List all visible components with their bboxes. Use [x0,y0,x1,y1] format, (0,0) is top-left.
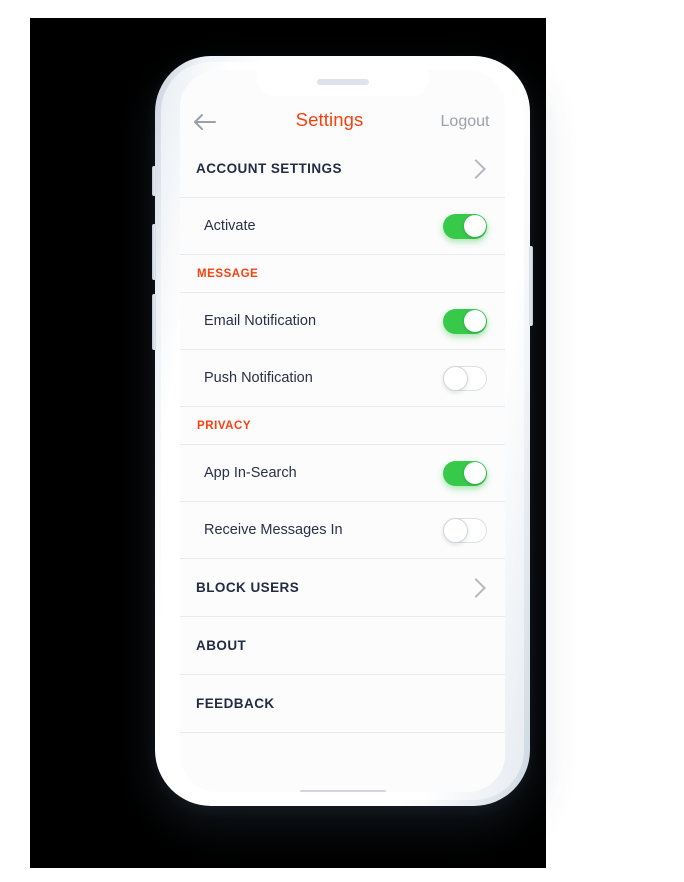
toggle-knob [463,215,486,237]
list-item-label: Activate [204,218,256,234]
toggle-email-notification[interactable] [443,308,487,334]
chevron-right-icon [466,158,486,179]
toggle-knob [443,517,468,543]
back-button[interactable] [180,113,230,131]
toggle-knob [443,365,468,391]
list-tail-spacer [180,733,505,792]
chevron-right-icon [466,577,486,598]
list-item-app-in-search: App In-Search [180,445,505,502]
list-item-label: FEEDBACK [196,696,275,711]
settings-list: ACCOUNT SETTINGS Activate MESSAGE Email Not… [180,140,505,792]
phone-device: Settings Logout ACCOUNT SETTINGS Activate… [152,56,533,806]
section-header-message: MESSAGE [180,255,505,293]
toggle-receive-messages-in[interactable] [443,517,487,543]
toggle-activate[interactable] [443,213,487,239]
section-header-privacy: PRIVACY [180,407,505,445]
list-item-label: Push Notification [204,370,313,386]
silent-switch[interactable] [152,166,156,196]
list-item-label: Receive Messages In [204,522,343,538]
toggle-app-in-search[interactable] [443,460,487,486]
list-item-label: Email Notification [204,313,317,329]
list-item-receive-messages-in: Receive Messages In [180,502,505,559]
list-item-feedback[interactable]: FEEDBACK [180,675,505,733]
phone-screen: Settings Logout ACCOUNT SETTINGS Activate… [180,70,505,792]
list-item-account-settings[interactable]: ACCOUNT SETTINGS [180,140,505,198]
list-item-label: ACCOUNT SETTINGS [196,161,342,176]
list-item-label: ABOUT [196,638,247,653]
list-item-block-users[interactable]: BLOCK USERS [180,559,505,617]
list-item-activate: Activate [180,198,505,255]
phone-notch [256,70,429,96]
list-item-label: BLOCK USERS [196,580,300,595]
volume-up-button[interactable] [152,224,156,280]
list-item-push-notification: Push Notification [180,350,505,407]
list-item-label: App In-Search [204,465,297,481]
logout-button[interactable]: Logout [429,113,505,131]
earpiece-speaker-icon [316,79,369,85]
list-item-email-notification: Email Notification [180,293,505,350]
toggle-knob [463,310,486,332]
power-button[interactable] [529,246,533,326]
bottom-speaker-icon [299,790,386,792]
section-header-label: PRIVACY [197,419,252,432]
page-title: Settings [295,109,364,130]
toggle-push-notification[interactable] [443,365,487,391]
toggle-knob [463,462,486,484]
section-header-label: MESSAGE [197,267,259,280]
volume-down-button[interactable] [152,294,156,350]
list-item-about[interactable]: ABOUT [180,617,505,675]
